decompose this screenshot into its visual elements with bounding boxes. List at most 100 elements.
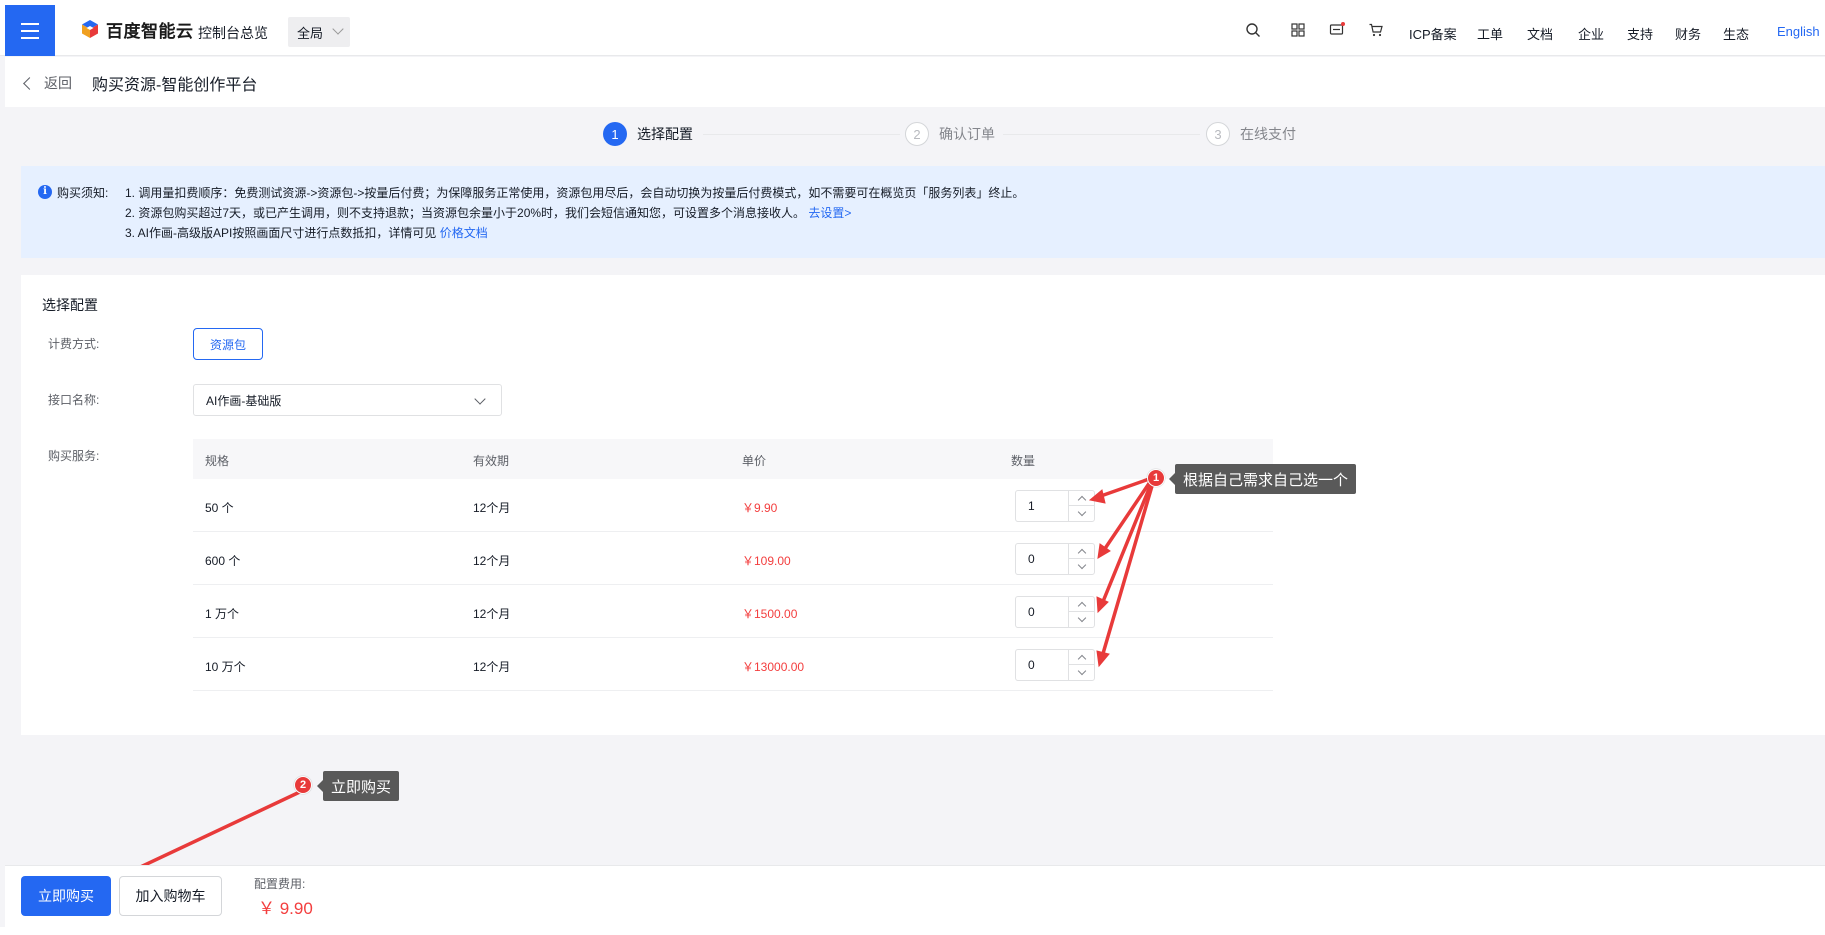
chevron-down-icon[interactable]: [1068, 506, 1094, 521]
bottom-action-bar: 立即购买 加入购物车 配置费用: ￥ 9.90: [5, 865, 1825, 927]
column-header-price: 单价: [742, 454, 767, 468]
nav-link-finance[interactable]: 财务: [1675, 24, 1701, 43]
page-title: 购买资源-智能创作平台: [92, 77, 258, 94]
chevron-left-icon: [23, 76, 36, 90]
table-row: 1 万个 12个月 ￥1500.00 0: [193, 585, 1273, 638]
chevron-up-icon[interactable]: [1068, 544, 1094, 559]
go-settings-link[interactable]: 去设置>: [808, 206, 851, 220]
step-select-config: 1 选择配置: [603, 122, 693, 146]
brand-logo[interactable]: 百度智能云: [80, 18, 194, 41]
api-name-label: 接口名称:: [48, 393, 100, 407]
step-label: 选择配置: [637, 126, 693, 142]
nav-link-docs[interactable]: 文档: [1527, 24, 1553, 43]
step-divider: [703, 134, 900, 135]
cell-price: ￥9.90: [742, 501, 778, 515]
quantity-stepper[interactable]: 0: [1015, 596, 1095, 628]
step-divider: [1003, 134, 1200, 135]
cell-period: 12个月: [473, 607, 511, 621]
service-table: 规格 有效期 单价 数量 50 个 12个月 ￥9.90 1 600 个 12个…: [193, 439, 1273, 691]
buy-now-button[interactable]: 立即购买: [21, 876, 111, 916]
column-header-spec: 规格: [205, 454, 230, 468]
nav-link-ecosystem[interactable]: 生态: [1723, 24, 1749, 43]
quantity-input[interactable]: 1: [1028, 499, 1035, 513]
notice-text: 3. AI作画-高级版API按照画面尺寸进行点数抵扣，详情可见: [125, 226, 437, 240]
notice-text: 2. 资源包购买超过7天，或已产生调用，则不支持退款；当资源包余量小于20%时，…: [125, 206, 806, 220]
table-row: 50 个 12个月 ￥9.90 1: [193, 479, 1273, 532]
menu-icon[interactable]: [5, 5, 55, 56]
add-to-cart-button[interactable]: 加入购物车: [119, 876, 222, 916]
section-title: 选择配置: [42, 297, 98, 313]
cart-icon[interactable]: [1368, 22, 1384, 38]
column-header-period: 有效期: [473, 454, 510, 468]
chevron-up-icon[interactable]: [1068, 491, 1094, 506]
price-doc-link[interactable]: 价格文档: [440, 226, 488, 240]
cell-period: 12个月: [473, 554, 511, 568]
api-name-select[interactable]: AI作画-基础版: [193, 384, 502, 416]
footer-strip: [0, 927, 1825, 935]
quantity-stepper[interactable]: 0: [1015, 649, 1095, 681]
cell-period: 12个月: [473, 660, 511, 674]
quantity-input[interactable]: 0: [1028, 605, 1035, 619]
billing-label: 计费方式:: [48, 337, 100, 351]
chevron-down-icon[interactable]: [1068, 612, 1094, 627]
table-header: 规格 有效期 单价 数量: [193, 439, 1273, 479]
chevron-down-icon[interactable]: [1068, 665, 1094, 680]
service-label: 购买服务:: [48, 449, 100, 463]
quantity-stepper[interactable]: 1: [1015, 490, 1095, 522]
chevron-up-icon[interactable]: [1068, 597, 1094, 612]
cell-spec: 50 个: [205, 501, 234, 515]
chevron-up-icon[interactable]: [1068, 650, 1094, 665]
notice-title: 购买须知:: [57, 186, 109, 200]
message-icon[interactable]: [1329, 22, 1345, 38]
nav-link-ticket[interactable]: 工单: [1477, 24, 1503, 43]
logo-text: 百度智能云: [106, 21, 194, 41]
nav-link-support[interactable]: 支持: [1627, 24, 1653, 43]
notice-line-3: 3. AI作画-高级版API按照画面尺寸进行点数抵扣，详情可见 价格文档: [125, 224, 488, 241]
step-online-payment: 3 在线支付: [1206, 122, 1296, 146]
quantity-input[interactable]: 0: [1028, 658, 1035, 672]
back-button[interactable]: 返回: [23, 73, 72, 93]
chevron-down-icon[interactable]: [1068, 559, 1094, 574]
back-label: 返回: [44, 75, 72, 91]
region-value: 全局: [297, 25, 324, 41]
notice-line-1: 1. 调用量扣费顺序：免费测试资源->资源包->按量后付费；为保障服务正常使用，…: [125, 184, 1024, 201]
cell-price: ￥109.00: [742, 554, 791, 568]
apps-grid-icon[interactable]: [1290, 22, 1306, 38]
billing-resource-pack-button[interactable]: 资源包: [193, 328, 263, 360]
table-row: 600 个 12个月 ￥109.00 0: [193, 532, 1273, 585]
search-icon[interactable]: [1245, 22, 1261, 38]
annotation-tip-2: 立即购买: [316, 771, 400, 801]
step-label: 在线支付: [1240, 126, 1296, 142]
notice-text: 1. 调用量扣费顺序：免费测试资源->资源包->按量后付费；为保障服务正常使用，…: [125, 186, 1025, 200]
region-select[interactable]: 全局: [288, 17, 350, 47]
cell-spec: 10 万个: [205, 660, 246, 674]
cell-spec: 600 个: [205, 554, 241, 568]
annotation-badge-2: 2: [294, 776, 312, 794]
step-number: 3: [1206, 122, 1230, 146]
cell-price: ￥13000.00: [742, 660, 805, 674]
top-nav: 百度智能云 控制台总览 全局 ICP备案 工单 文档 企业 支持 财务 生态 E…: [0, 0, 1825, 56]
step-number: 2: [905, 122, 929, 146]
annotation-tip-1: 根据自己需求自己选一个: [1168, 464, 1357, 494]
config-card: 选择配置 计费方式: 资源包 接口名称: AI作画-基础版 购买服务: 规格 有…: [21, 275, 1825, 735]
cell-spec: 1 万个: [205, 607, 240, 621]
nav-link-english[interactable]: English: [1777, 24, 1820, 39]
nav-link-icp[interactable]: ICP备案: [1409, 24, 1457, 43]
step-number: 1: [603, 122, 627, 146]
nav-link-enterprise[interactable]: 企业: [1578, 24, 1604, 43]
page-header: 返回 购买资源-智能创作平台: [5, 57, 1825, 107]
step-label: 确认订单: [939, 126, 995, 142]
fee-value: ￥ 9.90: [258, 899, 313, 918]
cell-price: ￥1500.00: [742, 607, 798, 621]
annotation-badge-1: 1: [1147, 469, 1165, 487]
quantity-stepper[interactable]: 0: [1015, 543, 1095, 575]
table-row: 10 万个 12个月 ￥13000.00 0: [193, 638, 1273, 691]
quantity-input[interactable]: 0: [1028, 552, 1035, 566]
step-confirm-order: 2 确认订单: [905, 122, 995, 146]
notice-line-2: 2. 资源包购买超过7天，或已产生调用，则不支持退款；当资源包余量小于20%时，…: [125, 204, 851, 221]
purchase-notice: i 购买须知: 1. 调用量扣费顺序：免费测试资源->资源包->按量后付费；为保…: [21, 166, 1825, 258]
api-name-value: AI作画-基础版: [206, 393, 282, 408]
column-header-qty: 数量: [1011, 454, 1036, 468]
console-overview-link[interactable]: 控制台总览: [198, 23, 268, 43]
baidu-cloud-logo-icon: [82, 20, 98, 38]
